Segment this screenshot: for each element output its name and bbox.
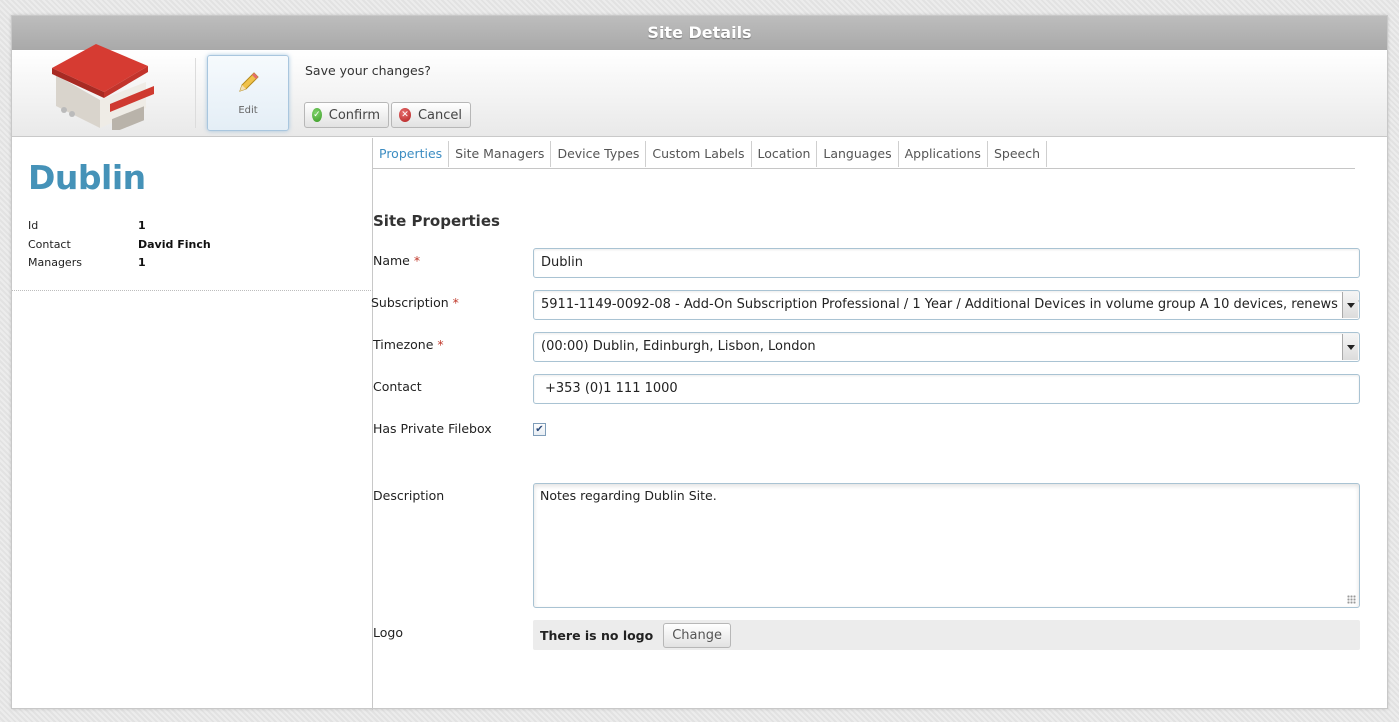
- toolbar: Edit Save your changes? ✓ Confirm ✕ Canc…: [12, 44, 1387, 137]
- confirm-button[interactable]: ✓ Confirm: [304, 102, 389, 128]
- subscription-label: Subscription *: [371, 295, 459, 310]
- logo-label: Logo: [373, 625, 403, 640]
- site-summary-panel: Dublin Id 1 Contact David Finch Managers…: [12, 138, 373, 710]
- description-textarea[interactable]: Notes regarding Dublin Site.: [533, 483, 1360, 608]
- building-icon: [52, 44, 154, 130]
- tab-languages[interactable]: Languages: [817, 141, 899, 167]
- tab-properties[interactable]: Properties: [373, 141, 450, 167]
- divider: [12, 290, 373, 291]
- section-title: Site Properties: [373, 212, 500, 230]
- contact-field[interactable]: +353 (0)1 111 1000: [533, 374, 1360, 404]
- description-text: Notes regarding Dublin Site.: [540, 488, 717, 503]
- required-marker: *: [437, 337, 444, 352]
- subscription-select[interactable]: 5911-1149-0092-08 - Add-On Subscription …: [533, 290, 1360, 320]
- close-icon: ✕: [399, 108, 411, 122]
- timezone-select[interactable]: (00:00) Dublin, Edinburgh, Lisbon, Londo…: [533, 332, 1360, 362]
- checkmark-icon: ✔: [535, 423, 544, 435]
- timezone-value: (00:00) Dublin, Edinburgh, Lisbon, Londo…: [541, 339, 816, 354]
- info-row-id: Id 1: [28, 219, 211, 238]
- check-icon: ✓: [312, 108, 322, 122]
- required-marker: *: [413, 253, 421, 268]
- chevron-down-icon[interactable]: [1342, 292, 1358, 318]
- tab-site-managers[interactable]: Site Managers: [449, 141, 552, 167]
- change-logo-button[interactable]: Change: [663, 622, 732, 648]
- edit-button[interactable]: Edit: [207, 55, 289, 131]
- info-value: 1: [138, 219, 146, 232]
- info-value: 1: [138, 256, 146, 269]
- private-filebox-label: Has Private Filebox: [373, 421, 492, 436]
- contact-label: Contact: [373, 379, 422, 394]
- pencil-icon: [239, 72, 259, 92]
- cancel-button[interactable]: ✕ Cancel: [391, 102, 471, 128]
- site-name-heading: Dublin: [28, 158, 146, 197]
- private-filebox-checkbox[interactable]: ✔: [533, 423, 546, 436]
- tab-device-types[interactable]: Device Types: [551, 141, 647, 167]
- edit-label: Edit: [238, 105, 258, 116]
- resize-grip-icon[interactable]: [1347, 595, 1356, 604]
- info-row-contact: Contact David Finch: [28, 238, 211, 257]
- confirm-label: Confirm: [328, 107, 380, 123]
- tab-custom-labels[interactable]: Custom Labels: [646, 141, 752, 167]
- timezone-label-text: Timezone: [373, 337, 434, 352]
- info-key: Managers: [28, 256, 82, 269]
- tab-speech[interactable]: Speech: [988, 141, 1047, 167]
- required-marker: *: [452, 295, 459, 310]
- subscription-value: 5911-1149-0092-08 - Add-On Subscription …: [541, 297, 1360, 312]
- info-row-managers: Managers 1: [28, 256, 211, 275]
- tab-location[interactable]: Location: [752, 141, 818, 167]
- subscription-label-text: Subscription: [371, 295, 449, 310]
- info-value: David Finch: [138, 237, 211, 251]
- name-field[interactable]: Dublin: [533, 248, 1360, 278]
- logo-box: There is no logo Change: [533, 620, 1360, 650]
- tab-applications[interactable]: Applications: [899, 141, 988, 167]
- save-prompt: Save your changes?: [305, 63, 431, 78]
- info-key: Id: [28, 219, 39, 232]
- toolbar-separator: [195, 58, 196, 128]
- cancel-label: Cancel: [417, 107, 462, 123]
- info-key: Contact: [28, 237, 71, 251]
- description-label: Description: [373, 488, 445, 503]
- tab-bar: Properties Site Managers Device Types Cu…: [373, 141, 1355, 169]
- logo-status: There is no logo: [540, 627, 654, 643]
- timezone-label: Timezone *: [373, 337, 444, 352]
- name-label-text: Name: [373, 253, 410, 268]
- window-title: Site Details: [12, 16, 1387, 50]
- chevron-down-icon[interactable]: [1342, 334, 1358, 360]
- site-info-list: Id 1 Contact David Finch Managers 1: [28, 219, 211, 275]
- name-label: Name *: [373, 253, 420, 268]
